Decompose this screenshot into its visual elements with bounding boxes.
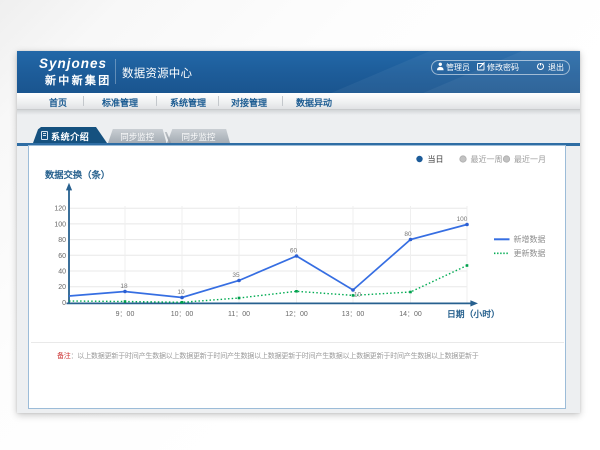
svg-text:10: 10 bbox=[177, 289, 185, 296]
svg-text:14：00: 14：00 bbox=[399, 311, 422, 318]
svg-text:40: 40 bbox=[58, 269, 66, 276]
svg-text:35: 35 bbox=[232, 272, 240, 279]
svg-text:修改密码: 修改密码 bbox=[487, 62, 519, 72]
svg-text:18: 18 bbox=[120, 283, 128, 290]
svg-text:10: 10 bbox=[354, 292, 362, 299]
svg-text:最近一月: 最近一月 bbox=[514, 154, 546, 164]
svg-text:0: 0 bbox=[62, 300, 66, 307]
svg-text:120: 120 bbox=[54, 206, 66, 213]
svg-text:管理员: 管理员 bbox=[446, 62, 470, 72]
svg-text:100: 100 bbox=[457, 216, 468, 223]
svg-text:当日: 当日 bbox=[428, 154, 444, 164]
svg-text:最近一周: 最近一周 bbox=[471, 154, 503, 164]
svg-text:80: 80 bbox=[404, 231, 412, 238]
svg-text:60: 60 bbox=[290, 248, 298, 255]
svg-text:80: 80 bbox=[58, 237, 66, 244]
svg-text:13：00: 13：00 bbox=[342, 311, 365, 318]
svg-text:新增数据: 新增数据 bbox=[514, 234, 546, 244]
svg-text:11：00: 11：00 bbox=[228, 311, 250, 318]
svg-text:退出: 退出 bbox=[548, 62, 564, 72]
svg-text:100: 100 bbox=[54, 221, 66, 228]
svg-text:日期（小时）: 日期（小时） bbox=[447, 308, 500, 319]
svg-text:10：00: 10：00 bbox=[171, 311, 194, 318]
svg-text:9：00: 9：00 bbox=[116, 311, 135, 318]
svg-text:60: 60 bbox=[58, 253, 66, 260]
svg-text:20: 20 bbox=[58, 284, 66, 291]
svg-text:数据交换（条）: 数据交换（条） bbox=[45, 169, 110, 180]
svg-text:12：00: 12：00 bbox=[285, 311, 308, 318]
svg-text:更新数据: 更新数据 bbox=[514, 248, 546, 258]
